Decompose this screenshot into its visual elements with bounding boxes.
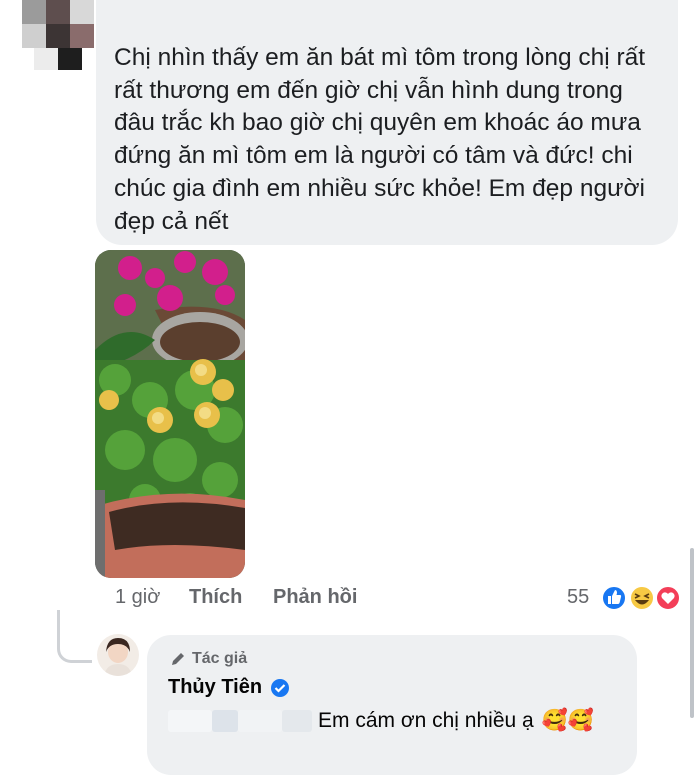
commenter-avatar-blurred[interactable] bbox=[22, 0, 94, 70]
author-badge: Tác giả bbox=[170, 650, 247, 668]
reply-author-name[interactable]: Thủy Tiên bbox=[168, 676, 262, 699]
reply-author[interactable]: Thủy Tiên bbox=[168, 676, 290, 699]
comment-photo[interactable] bbox=[95, 250, 245, 578]
pencil-icon bbox=[172, 653, 184, 665]
flower-photo-image bbox=[95, 250, 245, 578]
thread-connector bbox=[57, 610, 92, 663]
haha-icon bbox=[629, 585, 655, 611]
blurred-mention bbox=[212, 709, 238, 732]
scrollbar[interactable] bbox=[690, 548, 694, 718]
author-avatar[interactable] bbox=[97, 634, 139, 676]
author-badge-label: Tác giả bbox=[192, 650, 248, 667]
comment-timestamp[interactable]: 1 giờ bbox=[115, 586, 160, 609]
reply-emojis: 🥰🥰 bbox=[541, 708, 594, 732]
reply-text: Em cám ơn chị nhiều ạ bbox=[318, 708, 534, 732]
love-icon bbox=[655, 585, 681, 611]
like-icon bbox=[601, 585, 627, 611]
blurred-mention bbox=[168, 709, 212, 732]
author-avatar-image bbox=[97, 634, 139, 676]
comment-text: Chị nhìn thấy em ăn bát mì tôm trong lòn… bbox=[114, 44, 646, 235]
reply-text-line: Em cám ơn chị nhiều ạ 🥰🥰 bbox=[168, 708, 594, 733]
like-button[interactable]: Thích bbox=[189, 586, 242, 609]
reaction-count[interactable]: 55 bbox=[567, 586, 589, 609]
reaction-icons[interactable] bbox=[600, 584, 684, 612]
verified-badge-icon bbox=[271, 678, 290, 697]
blurred-mention bbox=[282, 709, 312, 732]
blurred-mention bbox=[238, 709, 282, 732]
reply-button[interactable]: Phản hồi bbox=[273, 586, 357, 609]
